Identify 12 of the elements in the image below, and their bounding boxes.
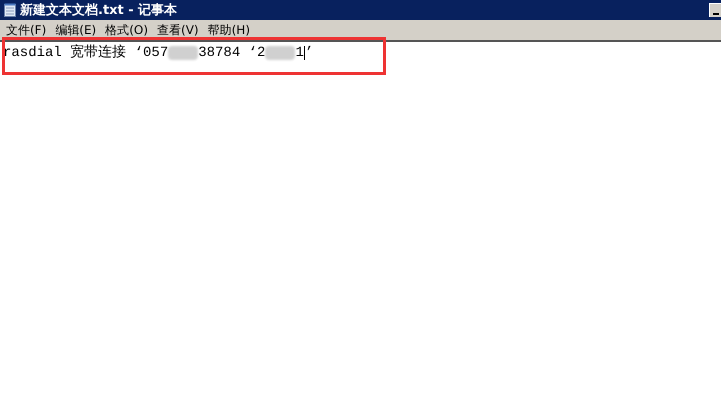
menu-item[interactable]: 查看(V) xyxy=(153,24,203,36)
notepad-icon xyxy=(4,3,16,17)
menu-item[interactable]: 文件(F) xyxy=(2,24,50,36)
blur-redaction xyxy=(265,46,296,60)
menu-item[interactable]: 帮助(H) xyxy=(204,24,254,36)
text-line: rasdial 宽带连接 ‘057 38784 ‘2 1’ xyxy=(3,45,314,61)
menu-item[interactable]: 编辑(E) xyxy=(51,24,100,36)
window-title: 新建文本文档.txt - 记事本 xyxy=(20,4,178,16)
menu-item[interactable]: 格式(O) xyxy=(101,24,152,36)
text-caret xyxy=(304,46,305,60)
minimize-button[interactable] xyxy=(709,3,721,17)
blur-redaction xyxy=(168,46,198,60)
